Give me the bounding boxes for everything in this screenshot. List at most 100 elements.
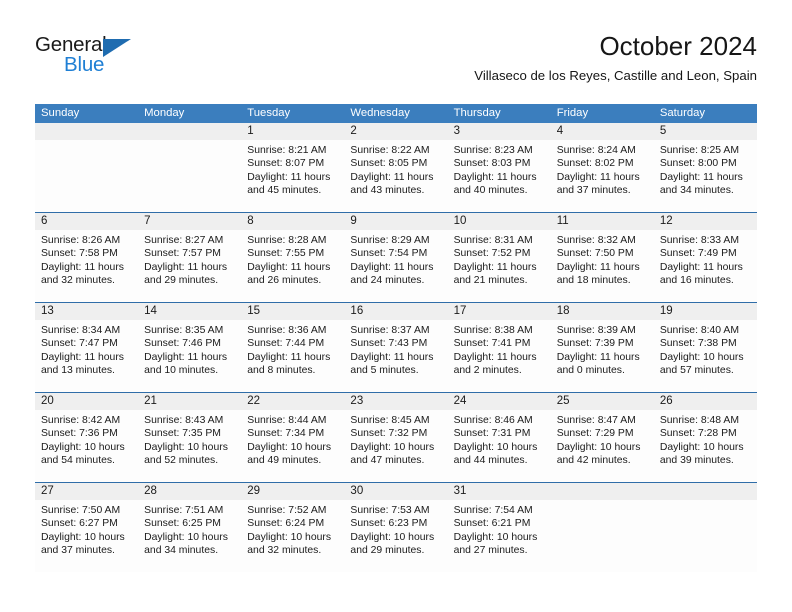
- day-detail-line: Sunset: 7:58 PM: [41, 248, 118, 260]
- day-detail-line: and 47 minutes.: [350, 455, 425, 467]
- day-number-19[interactable]: 19: [654, 303, 757, 320]
- day-number-27[interactable]: 27: [35, 483, 138, 500]
- day-detail-line: Sunset: 8:02 PM: [556, 158, 634, 170]
- day-number-4[interactable]: 4: [551, 123, 654, 140]
- day-detail-line: Sunrise: 8:23 AM: [453, 145, 533, 156]
- day-number-9[interactable]: 9: [344, 213, 447, 230]
- day-cell-4[interactable]: Sunrise: 8:24 AM Sunset: 8:02 PM Daylight:…: [551, 140, 654, 212]
- day-detail-line: and 27 minutes.: [453, 545, 528, 557]
- day-number-25[interactable]: 25: [551, 393, 654, 410]
- day-number-22[interactable]: 22: [241, 393, 344, 410]
- day-cell-6[interactable]: Sunrise: 8:26 AM Sunset: 7:58 PM Daylight:…: [35, 230, 138, 302]
- day-number-23[interactable]: 23: [344, 393, 447, 410]
- day-detail-band: Sunrise: 8:26 AM Sunset: 7:58 PM Daylight:…: [35, 230, 757, 302]
- day-cell-9[interactable]: Sunrise: 8:29 AM Sunset: 7:54 PM Daylight:…: [344, 230, 447, 302]
- day-detail-line: Sunrise: 8:28 AM: [247, 235, 327, 246]
- day-cell-20[interactable]: Sunrise: 8:42 AM Sunset: 7:36 PM Daylight:…: [35, 410, 138, 482]
- day-cell-1[interactable]: Sunrise: 8:21 AM Sunset: 8:07 PM Daylight:…: [241, 140, 344, 212]
- day-detail-line: Sunrise: 7:53 AM: [350, 505, 430, 516]
- day-number-26[interactable]: 26: [654, 393, 757, 410]
- day-cell-13[interactable]: Sunrise: 8:34 AM Sunset: 7:47 PM Daylight:…: [35, 320, 138, 392]
- day-number-14[interactable]: 14: [138, 303, 241, 320]
- day-number-11[interactable]: 11: [551, 213, 654, 230]
- day-cell-24[interactable]: Sunrise: 8:46 AM Sunset: 7:31 PM Daylight:…: [448, 410, 551, 482]
- day-cell-12[interactable]: Sunrise: 8:33 AM Sunset: 7:49 PM Daylight:…: [654, 230, 757, 302]
- day-detail-line: Sunrise: 7:51 AM: [144, 505, 224, 516]
- day-cell-8[interactable]: Sunrise: 8:28 AM Sunset: 7:55 PM Daylight:…: [241, 230, 344, 302]
- day-cell-2[interactable]: Sunrise: 8:22 AM Sunset: 8:05 PM Daylight:…: [344, 140, 447, 212]
- day-number-29[interactable]: 29: [241, 483, 344, 500]
- day-detail-line: Daylight: 11 hours: [350, 171, 434, 183]
- day-number-5[interactable]: 5: [654, 123, 757, 140]
- day-number-18[interactable]: 18: [551, 303, 654, 320]
- weekday-header-wednesday: Wednesday: [350, 107, 410, 119]
- day-number-20[interactable]: 20: [35, 393, 138, 410]
- day-detail-line: and 5 minutes.: [350, 365, 419, 377]
- day-detail-line: Sunrise: 8:31 AM: [453, 235, 533, 246]
- day-cell-16[interactable]: Sunrise: 8:37 AM Sunset: 7:43 PM Daylight:…: [344, 320, 447, 392]
- day-number-1[interactable]: 1: [241, 123, 344, 140]
- day-cell-15[interactable]: Sunrise: 8:36 AM Sunset: 7:44 PM Daylight:…: [241, 320, 344, 392]
- day-number-12[interactable]: 12: [654, 213, 757, 230]
- day-cell-empty: [654, 500, 757, 572]
- day-cell-19[interactable]: Sunrise: 8:40 AM Sunset: 7:38 PM Daylight:…: [654, 320, 757, 392]
- day-cell-18[interactable]: Sunrise: 8:39 AM Sunset: 7:39 PM Daylight:…: [551, 320, 654, 392]
- day-detail-line: and 40 minutes.: [453, 185, 528, 197]
- day-number-24[interactable]: 24: [448, 393, 551, 410]
- day-number-30[interactable]: 30: [344, 483, 447, 500]
- day-cell-28[interactable]: Sunrise: 7:51 AM Sunset: 6:25 PM Daylight:…: [138, 500, 241, 572]
- day-detail-line: Daylight: 11 hours: [144, 351, 228, 363]
- day-number-15[interactable]: 15: [241, 303, 344, 320]
- day-cell-17[interactable]: Sunrise: 8:38 AM Sunset: 7:41 PM Daylight:…: [448, 320, 551, 392]
- day-detail-line: and 37 minutes.: [41, 545, 115, 557]
- day-detail-line: Daylight: 11 hours: [350, 261, 434, 273]
- day-cell-10[interactable]: Sunrise: 8:31 AM Sunset: 7:52 PM Daylight:…: [448, 230, 551, 302]
- day-detail-line: Sunrise: 8:35 AM: [144, 325, 224, 336]
- day-detail-line: and 39 minutes.: [659, 455, 734, 467]
- day-number-7[interactable]: 7: [138, 213, 241, 230]
- day-number-16[interactable]: 16: [344, 303, 447, 320]
- day-detail-line: Sunset: 7:29 PM: [556, 428, 634, 440]
- day-cell-26[interactable]: Sunrise: 8:48 AM Sunset: 7:28 PM Daylight:…: [654, 410, 757, 482]
- day-cell-11[interactable]: Sunrise: 8:32 AM Sunset: 7:50 PM Daylight:…: [551, 230, 654, 302]
- day-detail-line: Sunset: 7:36 PM: [41, 428, 118, 440]
- day-cell-31[interactable]: Sunrise: 7:54 AM Sunset: 6:21 PM Daylight:…: [448, 500, 551, 572]
- day-cell-27[interactable]: Sunrise: 7:50 AM Sunset: 6:27 PM Daylight:…: [35, 500, 138, 572]
- page-title: October 2024: [599, 31, 757, 61]
- day-cell-22[interactable]: Sunrise: 8:44 AM Sunset: 7:34 PM Daylight:…: [241, 410, 344, 482]
- day-number-13[interactable]: 13: [35, 303, 138, 320]
- day-cell-25[interactable]: Sunrise: 8:47 AM Sunset: 7:29 PM Daylight:…: [551, 410, 654, 482]
- day-number-3[interactable]: 3: [448, 123, 551, 140]
- day-cell-7[interactable]: Sunrise: 8:27 AM Sunset: 7:57 PM Daylight:…: [138, 230, 241, 302]
- day-cell-empty: [551, 500, 654, 572]
- day-number-6[interactable]: 6: [35, 213, 138, 230]
- day-cell-29[interactable]: Sunrise: 7:52 AM Sunset: 6:24 PM Daylight:…: [241, 500, 344, 572]
- day-number-2[interactable]: 2: [344, 123, 447, 140]
- day-number-10[interactable]: 10: [448, 213, 551, 230]
- day-number-28[interactable]: 28: [138, 483, 241, 500]
- day-detail-line: Sunset: 7:52 PM: [453, 248, 531, 260]
- day-cell-3[interactable]: Sunrise: 8:23 AM Sunset: 8:03 PM Daylight:…: [448, 140, 551, 212]
- day-detail-line: and 44 minutes.: [453, 455, 528, 467]
- day-detail-line: Sunrise: 8:42 AM: [41, 415, 121, 426]
- calendar-grid: Sunday Monday Tuesday Wednesday Thursday Frid…: [35, 104, 757, 572]
- day-cell-23[interactable]: Sunrise: 8:45 AM Sunset: 7:32 PM Daylight:…: [344, 410, 447, 482]
- logo-triangle-icon: [103, 38, 131, 57]
- day-detail-line: Sunset: 7:38 PM: [659, 338, 737, 350]
- day-detail-line: Sunrise: 8:33 AM: [659, 235, 739, 246]
- day-cell-21[interactable]: Sunrise: 8:43 AM Sunset: 7:35 PM Daylight:…: [138, 410, 241, 482]
- day-number-17[interactable]: 17: [448, 303, 551, 320]
- day-detail-line: Daylight: 11 hours: [41, 261, 124, 273]
- day-number-8[interactable]: 8: [241, 213, 344, 230]
- day-number-21[interactable]: 21: [138, 393, 241, 410]
- day-detail-line: Daylight: 11 hours: [659, 261, 743, 273]
- day-number-band: 20 21 22 23 24 25 26: [35, 393, 757, 410]
- day-cell-14[interactable]: Sunrise: 8:35 AM Sunset: 7:46 PM Daylight:…: [138, 320, 241, 392]
- day-detail-line: Daylight: 11 hours: [453, 261, 537, 273]
- day-cell-30[interactable]: Sunrise: 7:53 AM Sunset: 6:23 PM Daylight:…: [344, 500, 447, 572]
- day-detail-line: Sunrise: 8:22 AM: [350, 145, 430, 156]
- day-detail-line: Daylight: 10 hours: [144, 441, 228, 453]
- day-cell-5[interactable]: Sunrise: 8:25 AM Sunset: 8:00 PM Daylight:…: [654, 140, 757, 212]
- day-detail-line: and 16 minutes.: [659, 275, 734, 287]
- day-number-31[interactable]: 31: [448, 483, 551, 500]
